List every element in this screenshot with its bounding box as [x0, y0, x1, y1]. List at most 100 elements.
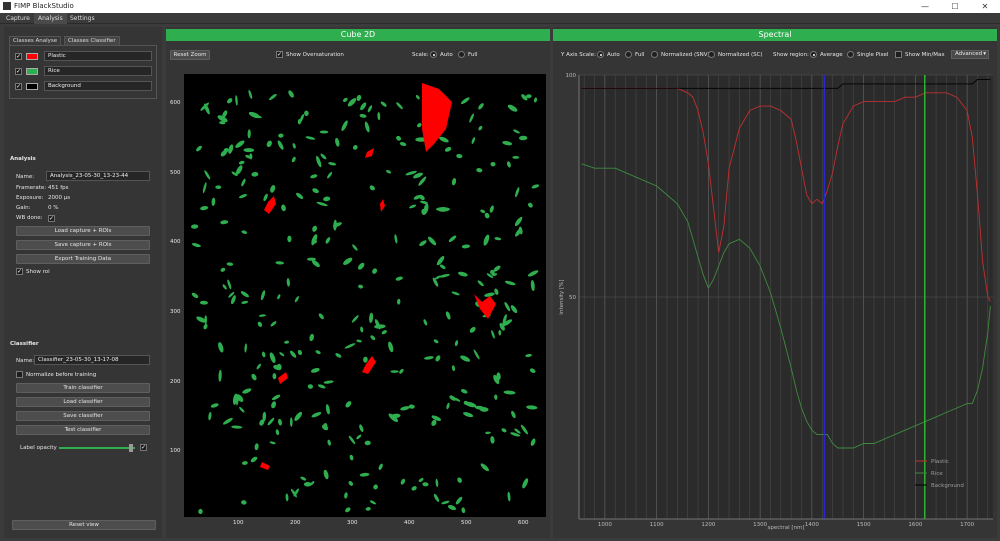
- y-axis-scale-label: Y Axis Scale:: [561, 52, 596, 58]
- reset-view-button[interactable]: Reset view: [12, 520, 156, 530]
- scale-full-radio[interactable]: [458, 51, 465, 58]
- region-single-pixel-radio[interactable]: [847, 51, 854, 58]
- rice-grain: [345, 401, 352, 408]
- y-scale-snv-label: Normalized (SNV): [661, 52, 710, 58]
- rice-grain: [256, 363, 262, 370]
- rice-grain: [328, 162, 337, 166]
- minimize-icon[interactable]: —: [910, 0, 940, 13]
- show-roi-checkbox[interactable]: ✓: [16, 268, 23, 275]
- classifier-name-input[interactable]: Classifier_23-05-30_13-17-08: [34, 355, 150, 365]
- rice-grain: [527, 270, 539, 277]
- class-background-swatch[interactable]: [26, 83, 38, 90]
- class-background-name[interactable]: Background: [44, 81, 152, 91]
- y-scale-full-radio[interactable]: [625, 51, 632, 58]
- analysis-name-input[interactable]: Analysis_23-05-30_13-23-44: [46, 171, 150, 181]
- export-training-data-button[interactable]: Export Training Data: [16, 254, 150, 264]
- rice-grain: [294, 411, 303, 421]
- normalize-checkbox[interactable]: [16, 371, 23, 378]
- save-classifier-button[interactable]: Save classifier: [16, 411, 150, 421]
- tab-settings[interactable]: Settings: [66, 13, 99, 24]
- gain-label: Gain:: [16, 205, 31, 211]
- rice-grain: [454, 340, 459, 347]
- y-scale-auto-label: Auto: [607, 52, 620, 58]
- show-oversaturation-checkbox[interactable]: ✓: [276, 51, 283, 58]
- subtab-classes-analyse[interactable]: Classes Analyse: [9, 36, 62, 45]
- rice-grain: [281, 204, 286, 212]
- label-opacity-checkbox[interactable]: ✓: [140, 444, 147, 451]
- rice-grain: [476, 168, 483, 173]
- wb-done-label: WB done:: [16, 215, 43, 221]
- label-opacity-slider[interactable]: [59, 444, 135, 452]
- cube-x-tick: 500: [461, 520, 472, 526]
- rice-grain: [235, 95, 238, 106]
- rice-grain: [400, 406, 410, 411]
- cube-image-view[interactable]: [184, 74, 546, 517]
- class-rice-checkbox[interactable]: ✓: [15, 68, 22, 75]
- rice-grain: [445, 311, 451, 320]
- rice-grain: [202, 182, 207, 194]
- rice-grain: [198, 508, 203, 515]
- rice-grain: [348, 480, 354, 486]
- plastic-region: [260, 462, 270, 470]
- advanced-dropdown[interactable]: Advanced ▾: [951, 50, 989, 59]
- rice-grain: [335, 353, 342, 358]
- rice-grain: [504, 301, 511, 312]
- rice-grain: [530, 438, 536, 446]
- rice-grain: [485, 431, 491, 435]
- train-classifier-button[interactable]: Train classifier: [16, 383, 150, 393]
- rice-grain: [507, 491, 511, 502]
- rice-grain: [451, 291, 460, 296]
- rice-grain: [419, 240, 427, 247]
- rice-grain: [278, 133, 284, 138]
- maximize-icon[interactable]: ☐: [940, 0, 970, 13]
- rice-grain: [262, 351, 266, 358]
- legend-label: Plastic: [931, 459, 949, 465]
- rice-grain: [300, 476, 307, 481]
- close-icon[interactable]: ✕: [970, 0, 1000, 13]
- show-minmax-checkbox[interactable]: [895, 51, 902, 58]
- scale-full-label: Full: [468, 52, 478, 58]
- rice-grain: [455, 496, 463, 505]
- class-rice-name[interactable]: Rice: [44, 66, 152, 76]
- cube-2d-header: Cube 2D: [166, 29, 550, 41]
- rice-grain: [374, 324, 386, 329]
- test-classifier-button[interactable]: Test classifier: [16, 425, 150, 435]
- left-panel: Classes Analyse Classes Classifier ✓ Pla…: [4, 27, 162, 538]
- classification-map[interactable]: [184, 74, 546, 517]
- tab-analysis[interactable]: Analysis: [34, 13, 67, 24]
- rice-grain: [380, 101, 387, 107]
- tab-capture[interactable]: Capture: [2, 13, 34, 24]
- rice-grain: [345, 507, 351, 513]
- y-scale-auto-radio[interactable]: [597, 51, 604, 58]
- subtab-classes-classifier[interactable]: Classes Classifier: [64, 36, 120, 45]
- rice-grain: [343, 257, 353, 265]
- title-bar: FIMP BlackStudio — ☐ ✕: [0, 0, 1000, 13]
- rice-grain: [254, 443, 259, 451]
- rice-grain: [498, 329, 502, 336]
- plastic-region: [278, 372, 288, 384]
- load-capture-button[interactable]: Load capture + ROIs: [16, 226, 150, 236]
- class-rice-swatch[interactable]: [26, 68, 38, 75]
- reset-zoom-button[interactable]: Reset Zoom: [170, 50, 210, 60]
- spectral-header: Spectral: [553, 29, 997, 41]
- class-plastic-swatch[interactable]: [26, 53, 38, 60]
- rice-grain: [533, 97, 538, 103]
- rice-grain: [460, 389, 468, 394]
- class-plastic-name[interactable]: Plastic: [44, 51, 152, 61]
- load-classifier-button[interactable]: Load classifier: [16, 397, 150, 407]
- y-scale-snv-radio[interactable]: [651, 51, 658, 58]
- class-plastic-checkbox[interactable]: ✓: [15, 53, 22, 60]
- scale-auto-radio[interactable]: [430, 51, 437, 58]
- spectral-chart[interactable]: 1000 1100 1200 1300 1400 1500 1600 1700 100 50 sp…: [553, 63, 997, 533]
- rice-grain: [271, 401, 277, 409]
- y-scale-sc-radio[interactable]: [708, 51, 715, 58]
- rice-grain: [269, 352, 276, 363]
- label-opacity-handle[interactable]: [128, 444, 133, 452]
- class-background-checkbox[interactable]: ✓: [15, 83, 22, 90]
- rice-grain: [396, 102, 403, 110]
- rice-grain: [522, 478, 529, 489]
- cube-x-tick: 100: [233, 520, 244, 526]
- rice-grain: [491, 330, 495, 339]
- save-capture-button[interactable]: Save capture + ROIs: [16, 240, 150, 250]
- region-average-radio[interactable]: [810, 51, 817, 58]
